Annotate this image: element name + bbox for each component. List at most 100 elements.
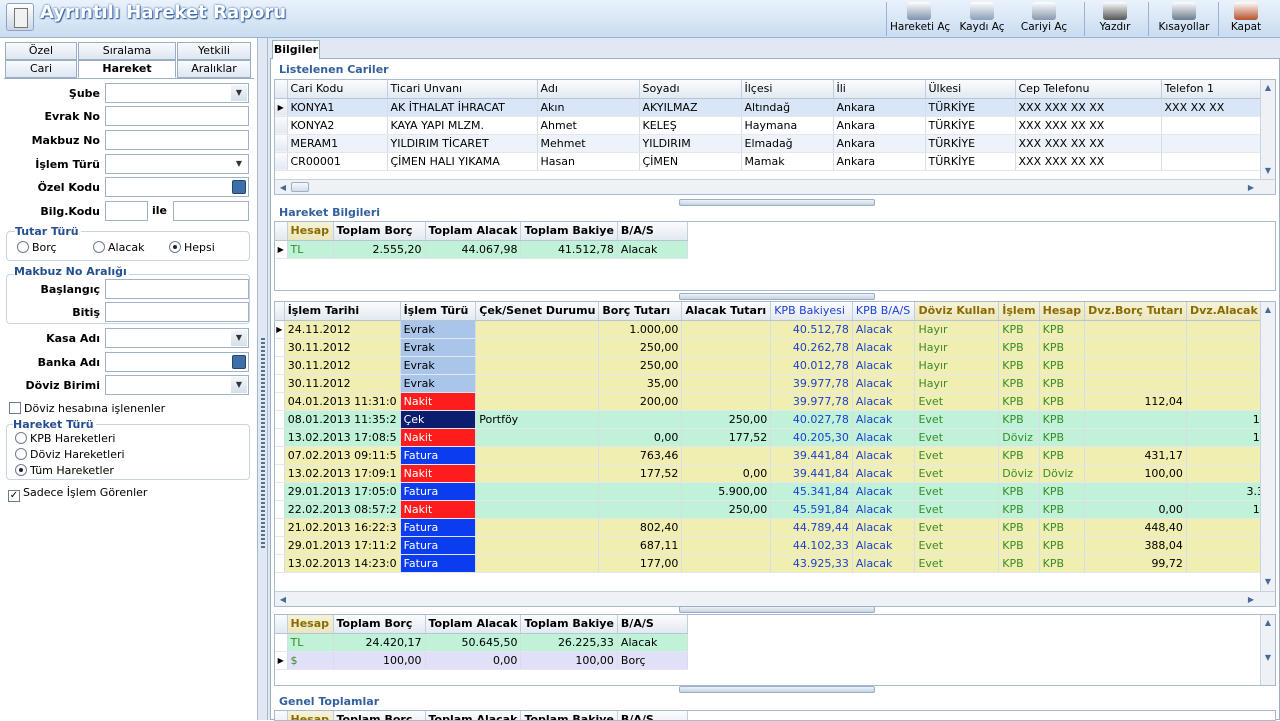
cariyi-a-button[interactable]: Cariyi Aç	[1020, 0, 1068, 38]
table-cell[interactable]: 2.555,20	[333, 240, 426, 259]
table-cell[interactable]: 802,40	[598, 518, 683, 537]
table-row[interactable]: 22.02.2013 08:57:2 Nakit 250,00 45.591,84 Al…	[275, 500, 1275, 519]
islem-turu-select[interactable]: ▼	[105, 154, 249, 174]
chevron-down-icon[interactable]: ▼	[231, 85, 247, 101]
table-cell[interactable]: Alacak	[852, 356, 916, 375]
chevron-down-icon[interactable]: ▼	[231, 377, 247, 393]
table-cell[interactable]: KPB	[998, 482, 1040, 501]
table-cell[interactable]: 100,00	[520, 651, 618, 670]
table-cell[interactable]: Alacak	[852, 536, 916, 555]
table-cell[interactable]: XXX XX XX	[1161, 98, 1272, 117]
scroll-up-icon[interactable]: ▲	[1261, 81, 1275, 94]
column-header[interactable]: Telefon 1	[1161, 80, 1272, 99]
table-cell[interactable]: 250,00	[598, 338, 683, 357]
sadece-islem-gorenler-checkbox[interactable]: ✓ Sadece İşlem Görenler	[8, 486, 147, 502]
scroll-down-icon[interactable]: ▼	[1261, 651, 1275, 664]
evrak-no-input[interactable]	[105, 106, 249, 126]
section-splitter[interactable]	[679, 293, 875, 300]
table-cell[interactable]: Elmadağ	[741, 134, 834, 153]
table-row[interactable]: ▶ 24.11.2012 Evrak 1.000,00 40.512,78 Alacak H…	[275, 320, 1275, 339]
table-cell[interactable]	[681, 320, 772, 339]
table-cell[interactable]	[475, 356, 600, 375]
table-cell[interactable]	[681, 392, 772, 411]
table-cell[interactable]: Evrak	[400, 356, 477, 375]
column-header[interactable]: Toplam Borç	[333, 615, 426, 634]
table-cell[interactable]: 0,00	[681, 464, 772, 483]
table-cell[interactable]: Evet	[914, 518, 1000, 537]
table-cell[interactable]: 41.512,78	[520, 240, 618, 259]
table-cell[interactable]: 250,00	[681, 410, 772, 429]
scroll-left-icon[interactable]: ◀	[276, 181, 290, 194]
lookup-icon[interactable]	[232, 180, 246, 194]
table-cell[interactable]: 44.789,44	[770, 518, 853, 537]
table-cell[interactable]: Evet	[914, 428, 1000, 447]
table-cell[interactable]: 30.11.2012	[284, 374, 401, 393]
column-header[interactable]: Adı	[537, 80, 640, 99]
table-cell[interactable]: AK İTHALAT İHRACAT	[387, 98, 538, 117]
table-cell[interactable]: Haymana	[741, 116, 834, 135]
table-cell[interactable]: 250,00	[681, 500, 772, 519]
kapat-button[interactable]: Kapat	[1228, 0, 1264, 38]
scroll-thumb[interactable]	[291, 182, 309, 192]
column-header[interactable]: İşlem	[998, 302, 1040, 321]
table-cell[interactable]: 22.02.2013 08:57:2	[284, 500, 401, 519]
table-cell[interactable]: Alacak	[852, 500, 916, 519]
table-cell[interactable]: 13.02.2013 17:08:5	[284, 428, 401, 447]
table-cell[interactable]: 30.11.2012	[284, 338, 401, 357]
table-cell[interactable]: 39.441,84	[770, 464, 853, 483]
table-cell[interactable]: KPB	[998, 374, 1040, 393]
table-row[interactable]: ▶ TL 2.555,20 44.067,98 41.512,78 Alacak	[275, 240, 688, 259]
table-cell[interactable]: Döviz	[998, 428, 1040, 447]
table-cell[interactable]: 04.01.2013 11:31:0	[284, 392, 401, 411]
column-header[interactable]: Toplam Alacak	[425, 615, 522, 634]
table-cell[interactable]: 29.01.2013 17:05:0	[284, 482, 401, 501]
table-cell[interactable]: 13.02.2013 17:09:1	[284, 464, 401, 483]
table-cell[interactable]: 43.925,33	[770, 554, 853, 573]
column-header[interactable]: B/A/S	[617, 615, 688, 634]
table-cell[interactable]: 177,52	[681, 428, 772, 447]
chevron-down-icon[interactable]: ▼	[231, 156, 247, 172]
table-cell[interactable]: XXX XXX XX XX	[1015, 134, 1162, 153]
table-cell[interactable]: KPB	[998, 356, 1040, 375]
table-row[interactable]: MERAM1 YILDIRIM TİCARET Mehmet YILDIRIM Elma…	[275, 134, 1272, 153]
table-cell[interactable]: Çek	[400, 410, 477, 429]
table-cell[interactable]: 39.441,84	[770, 446, 853, 465]
bilg-kodu-from-input[interactable]	[105, 201, 148, 221]
table-cell[interactable]	[1084, 428, 1187, 447]
section-splitter[interactable]	[679, 686, 875, 693]
table-cell[interactable]: 21.02.2013 16:22:3	[284, 518, 401, 537]
tutar-alacak-radio[interactable]: Alacak	[93, 241, 144, 254]
table-cell[interactable]: Alacak	[852, 374, 916, 393]
table-row[interactable]: 13.02.2013 14:23:0 Fatura 177,00 43.925,33 A…	[275, 554, 1275, 573]
table-cell[interactable]: KPB	[1039, 446, 1086, 465]
table-cell[interactable]: 40.512,78	[770, 320, 853, 339]
table-cell[interactable]: KPB	[1039, 482, 1086, 501]
table-cell[interactable]: Alacak	[852, 518, 916, 537]
table-cell[interactable]: TÜRKİYE	[925, 98, 1016, 117]
table-cell[interactable]: KPB	[1039, 500, 1086, 519]
table-cell[interactable]: KPB	[998, 338, 1040, 357]
table-cell[interactable]: 24.11.2012	[284, 320, 401, 339]
table-row[interactable]: 29.01.2013 17:11:2 Fatura 687,11 44.102,33 A…	[275, 536, 1275, 555]
column-header[interactable]: İli	[833, 80, 926, 99]
column-header[interactable]: Cep Telefonu	[1015, 80, 1162, 99]
makbuz-no-input[interactable]	[105, 130, 249, 150]
table-cell[interactable]: Nakit	[400, 464, 477, 483]
table-row[interactable]: 07.02.2013 09:11:5 Fatura 763,46 39.441,84 A…	[275, 446, 1275, 465]
table-row[interactable]: KONYA2 KAYA YAPI MLZM. Ahmet KELEŞ Haymana An…	[275, 116, 1272, 135]
table-cell[interactable]	[475, 518, 600, 537]
table-cell[interactable]: 13.02.2013 14:23:0	[284, 554, 401, 573]
lookup-icon[interactable]	[232, 355, 246, 369]
table-cell[interactable]	[1084, 374, 1187, 393]
table-cell[interactable]: Hayır	[914, 356, 1000, 375]
table-cell[interactable]: Evet	[914, 500, 1000, 519]
table-cell[interactable]: Mehmet	[537, 134, 640, 153]
table-cell[interactable]	[598, 410, 683, 429]
hareketler-hscroll[interactable]: ◀ ▶	[275, 591, 1275, 606]
table-cell[interactable]: 40.027,78	[770, 410, 853, 429]
table-cell[interactable]: TÜRKİYE	[925, 134, 1016, 153]
table-row[interactable]: ▶ KONYA1 AK İTHALAT İHRACAT Akın AKYILMAZ Alt…	[275, 98, 1272, 117]
column-header[interactable]: KPB Bakiyesi	[770, 302, 853, 321]
bitis-input[interactable]	[105, 302, 249, 322]
table-cell[interactable]: Alacak	[617, 240, 688, 259]
